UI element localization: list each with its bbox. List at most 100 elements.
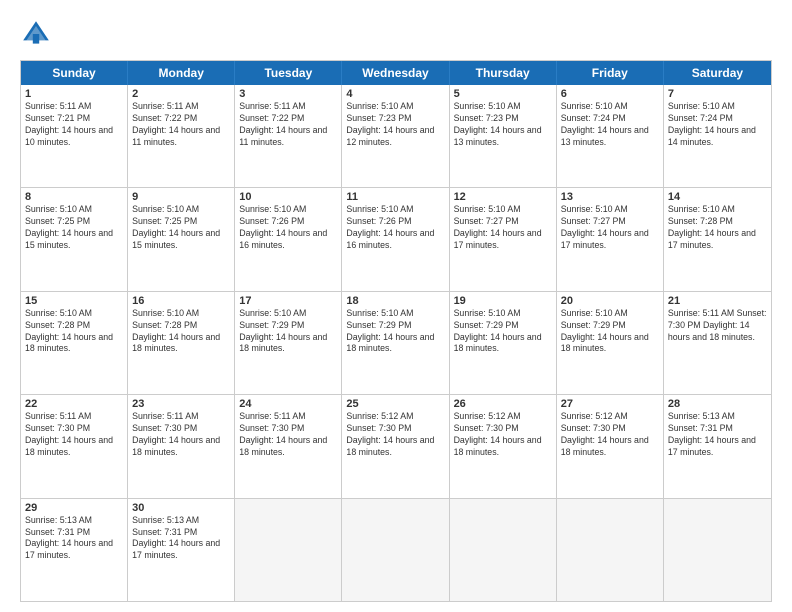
day-number: 17 [239, 295, 337, 307]
calendar-header: Sunday Monday Tuesday Wednesday Thursday… [21, 61, 771, 85]
table-row: 18Sunrise: 5:10 AM Sunset: 7:29 PM Dayli… [342, 292, 449, 394]
header-thursday: Thursday [450, 61, 557, 85]
cell-info: Sunrise: 5:11 AM Sunset: 7:21 PM Dayligh… [25, 101, 123, 149]
day-number: 10 [239, 191, 337, 203]
table-row: 10Sunrise: 5:10 AM Sunset: 7:26 PM Dayli… [235, 188, 342, 290]
day-number: 27 [561, 398, 659, 410]
table-row: 15Sunrise: 5:10 AM Sunset: 7:28 PM Dayli… [21, 292, 128, 394]
day-number: 20 [561, 295, 659, 307]
day-number: 22 [25, 398, 123, 410]
cell-info: Sunrise: 5:10 AM Sunset: 7:27 PM Dayligh… [454, 204, 552, 252]
table-row: 27Sunrise: 5:12 AM Sunset: 7:30 PM Dayli… [557, 395, 664, 497]
cell-info: Sunrise: 5:10 AM Sunset: 7:28 PM Dayligh… [668, 204, 767, 252]
header-friday: Friday [557, 61, 664, 85]
day-number: 15 [25, 295, 123, 307]
logo-icon [20, 18, 52, 50]
cell-info: Sunrise: 5:10 AM Sunset: 7:24 PM Dayligh… [668, 101, 767, 149]
calendar-row: 29Sunrise: 5:13 AM Sunset: 7:31 PM Dayli… [21, 498, 771, 601]
cell-info: Sunrise: 5:13 AM Sunset: 7:31 PM Dayligh… [668, 411, 767, 459]
day-number: 28 [668, 398, 767, 410]
page: Sunday Monday Tuesday Wednesday Thursday… [0, 0, 792, 612]
day-number: 1 [25, 88, 123, 100]
header-monday: Monday [128, 61, 235, 85]
calendar-row: 15Sunrise: 5:10 AM Sunset: 7:28 PM Dayli… [21, 291, 771, 394]
day-number: 23 [132, 398, 230, 410]
cell-info: Sunrise: 5:13 AM Sunset: 7:31 PM Dayligh… [132, 515, 230, 563]
day-number: 13 [561, 191, 659, 203]
table-row: 19Sunrise: 5:10 AM Sunset: 7:29 PM Dayli… [450, 292, 557, 394]
day-number: 25 [346, 398, 444, 410]
table-row: 7Sunrise: 5:10 AM Sunset: 7:24 PM Daylig… [664, 85, 771, 187]
cell-info: Sunrise: 5:10 AM Sunset: 7:27 PM Dayligh… [561, 204, 659, 252]
table-row: 20Sunrise: 5:10 AM Sunset: 7:29 PM Dayli… [557, 292, 664, 394]
table-row: 13Sunrise: 5:10 AM Sunset: 7:27 PM Dayli… [557, 188, 664, 290]
header-wednesday: Wednesday [342, 61, 449, 85]
cell-info: Sunrise: 5:11 AM Sunset: 7:30 PM Dayligh… [668, 308, 767, 344]
table-row: 23Sunrise: 5:11 AM Sunset: 7:30 PM Dayli… [128, 395, 235, 497]
day-number: 12 [454, 191, 552, 203]
cell-info: Sunrise: 5:11 AM Sunset: 7:22 PM Dayligh… [132, 101, 230, 149]
cell-info: Sunrise: 5:11 AM Sunset: 7:22 PM Dayligh… [239, 101, 337, 149]
day-number: 6 [561, 88, 659, 100]
cell-info: Sunrise: 5:11 AM Sunset: 7:30 PM Dayligh… [239, 411, 337, 459]
table-row: 2Sunrise: 5:11 AM Sunset: 7:22 PM Daylig… [128, 85, 235, 187]
cell-info: Sunrise: 5:10 AM Sunset: 7:26 PM Dayligh… [346, 204, 444, 252]
logo [20, 18, 56, 50]
table-row [664, 499, 771, 601]
cell-info: Sunrise: 5:13 AM Sunset: 7:31 PM Dayligh… [25, 515, 123, 563]
cell-info: Sunrise: 5:12 AM Sunset: 7:30 PM Dayligh… [561, 411, 659, 459]
day-number: 2 [132, 88, 230, 100]
table-row: 11Sunrise: 5:10 AM Sunset: 7:26 PM Dayli… [342, 188, 449, 290]
day-number: 4 [346, 88, 444, 100]
header-sunday: Sunday [21, 61, 128, 85]
table-row: 4Sunrise: 5:10 AM Sunset: 7:23 PM Daylig… [342, 85, 449, 187]
cell-info: Sunrise: 5:10 AM Sunset: 7:29 PM Dayligh… [239, 308, 337, 356]
day-number: 5 [454, 88, 552, 100]
day-number: 8 [25, 191, 123, 203]
header [20, 18, 772, 50]
cell-info: Sunrise: 5:10 AM Sunset: 7:25 PM Dayligh… [132, 204, 230, 252]
table-row [342, 499, 449, 601]
table-row: 6Sunrise: 5:10 AM Sunset: 7:24 PM Daylig… [557, 85, 664, 187]
table-row: 17Sunrise: 5:10 AM Sunset: 7:29 PM Dayli… [235, 292, 342, 394]
table-row: 29Sunrise: 5:13 AM Sunset: 7:31 PM Dayli… [21, 499, 128, 601]
table-row: 8Sunrise: 5:10 AM Sunset: 7:25 PM Daylig… [21, 188, 128, 290]
day-number: 21 [668, 295, 767, 307]
calendar-row: 8Sunrise: 5:10 AM Sunset: 7:25 PM Daylig… [21, 187, 771, 290]
day-number: 7 [668, 88, 767, 100]
calendar-body: 1Sunrise: 5:11 AM Sunset: 7:21 PM Daylig… [21, 85, 771, 601]
day-number: 9 [132, 191, 230, 203]
day-number: 14 [668, 191, 767, 203]
cell-info: Sunrise: 5:10 AM Sunset: 7:25 PM Dayligh… [25, 204, 123, 252]
table-row: 12Sunrise: 5:10 AM Sunset: 7:27 PM Dayli… [450, 188, 557, 290]
table-row [450, 499, 557, 601]
cell-info: Sunrise: 5:10 AM Sunset: 7:24 PM Dayligh… [561, 101, 659, 149]
table-row: 14Sunrise: 5:10 AM Sunset: 7:28 PM Dayli… [664, 188, 771, 290]
table-row: 25Sunrise: 5:12 AM Sunset: 7:30 PM Dayli… [342, 395, 449, 497]
day-number: 26 [454, 398, 552, 410]
cell-info: Sunrise: 5:10 AM Sunset: 7:29 PM Dayligh… [454, 308, 552, 356]
day-number: 18 [346, 295, 444, 307]
table-row: 9Sunrise: 5:10 AM Sunset: 7:25 PM Daylig… [128, 188, 235, 290]
day-number: 3 [239, 88, 337, 100]
cell-info: Sunrise: 5:10 AM Sunset: 7:23 PM Dayligh… [454, 101, 552, 149]
header-tuesday: Tuesday [235, 61, 342, 85]
table-row: 21Sunrise: 5:11 AM Sunset: 7:30 PM Dayli… [664, 292, 771, 394]
table-row: 5Sunrise: 5:10 AM Sunset: 7:23 PM Daylig… [450, 85, 557, 187]
cell-info: Sunrise: 5:10 AM Sunset: 7:26 PM Dayligh… [239, 204, 337, 252]
table-row: 1Sunrise: 5:11 AM Sunset: 7:21 PM Daylig… [21, 85, 128, 187]
table-row: 22Sunrise: 5:11 AM Sunset: 7:30 PM Dayli… [21, 395, 128, 497]
cell-info: Sunrise: 5:10 AM Sunset: 7:28 PM Dayligh… [25, 308, 123, 356]
day-number: 24 [239, 398, 337, 410]
cell-info: Sunrise: 5:10 AM Sunset: 7:23 PM Dayligh… [346, 101, 444, 149]
cell-info: Sunrise: 5:11 AM Sunset: 7:30 PM Dayligh… [132, 411, 230, 459]
cell-info: Sunrise: 5:12 AM Sunset: 7:30 PM Dayligh… [346, 411, 444, 459]
day-number: 16 [132, 295, 230, 307]
cell-info: Sunrise: 5:10 AM Sunset: 7:29 PM Dayligh… [561, 308, 659, 356]
table-row: 30Sunrise: 5:13 AM Sunset: 7:31 PM Dayli… [128, 499, 235, 601]
table-row: 16Sunrise: 5:10 AM Sunset: 7:28 PM Dayli… [128, 292, 235, 394]
day-number: 29 [25, 502, 123, 514]
header-saturday: Saturday [664, 61, 771, 85]
cell-info: Sunrise: 5:11 AM Sunset: 7:30 PM Dayligh… [25, 411, 123, 459]
cell-info: Sunrise: 5:10 AM Sunset: 7:29 PM Dayligh… [346, 308, 444, 356]
